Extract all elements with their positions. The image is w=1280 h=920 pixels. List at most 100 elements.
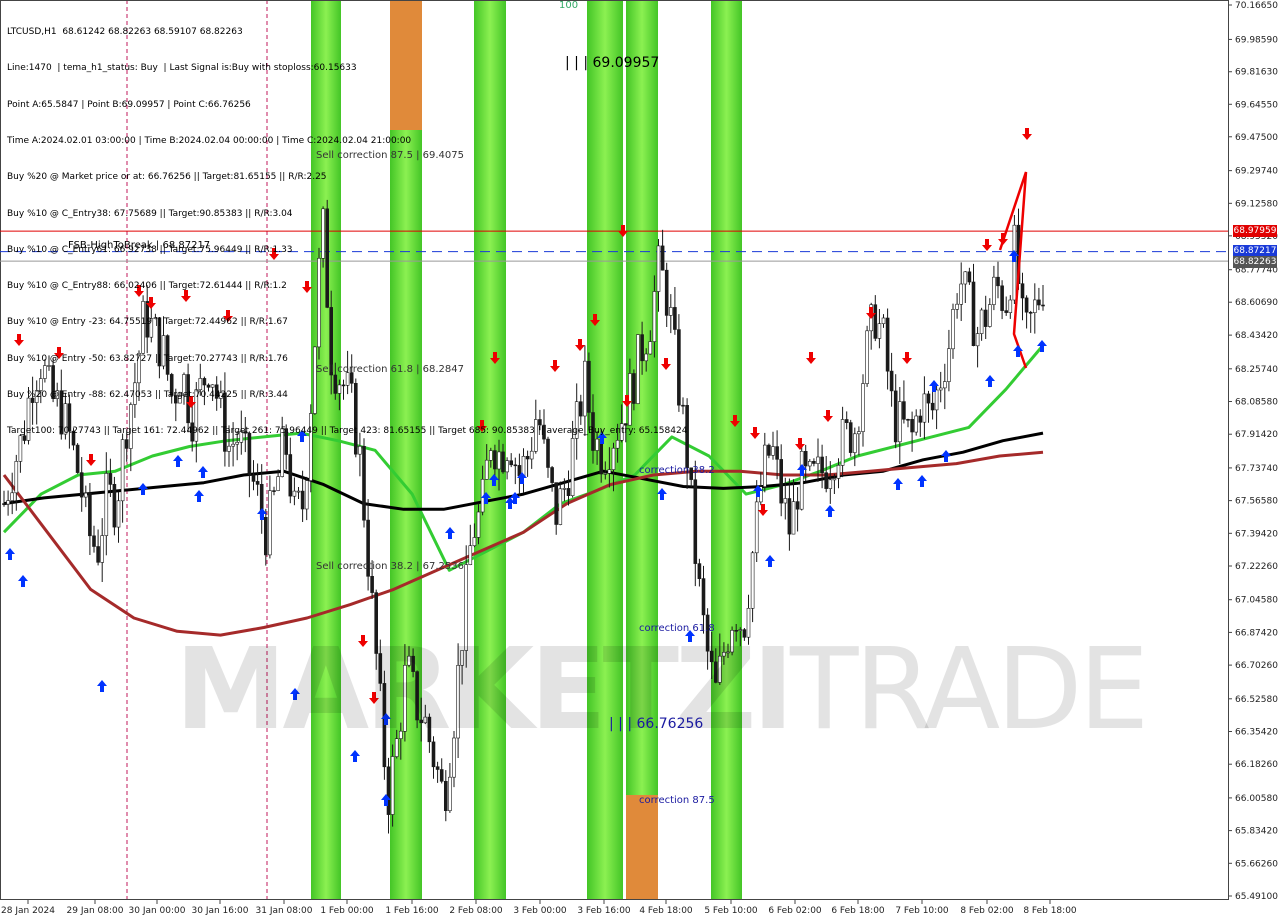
- candle-body: [996, 276, 1000, 287]
- candle-body: [881, 317, 886, 324]
- watermark: MARKETZITRADE: [175, 625, 1149, 755]
- candle-body: [910, 418, 914, 433]
- candle-body: [116, 500, 121, 528]
- candle-body: [930, 402, 935, 411]
- candle-body: [79, 472, 84, 498]
- candle-body: [386, 766, 391, 815]
- buy-arrow-6: [194, 490, 204, 502]
- time-axis[interactable]: 28 Jan 2024 29 Jan 08:00 30 Jan 00:00 30 Ja…: [1, 900, 1077, 916]
- candle-body: [439, 769, 444, 782]
- correction-382-label: correction 38.2: [639, 465, 715, 476]
- candle-body: [88, 492, 92, 537]
- info-line-times: Time A:2024.02.01 03:00:00 | Time B:2024…: [7, 136, 412, 147]
- x-tick-label: 3 Feb 16:00: [577, 906, 631, 916]
- candle-body: [100, 535, 104, 563]
- y-tick-label: 67.91420: [1235, 430, 1278, 440]
- candle-body: [501, 451, 505, 473]
- candle-body: [971, 281, 976, 347]
- buy-arrow-30: [985, 375, 995, 387]
- candle-body: [10, 492, 14, 501]
- candle-body: [263, 516, 268, 556]
- green-zone-6: [711, 0, 742, 900]
- buy-arrow-3: [138, 483, 148, 495]
- candle-body: [857, 431, 861, 435]
- candle-body: [967, 271, 972, 283]
- candle-body: [562, 488, 567, 490]
- candle-body: [296, 490, 301, 493]
- candle-body: [828, 479, 833, 489]
- candle-body: [914, 415, 919, 433]
- y-tick-label: 67.04580: [1235, 596, 1278, 606]
- y-tick-label: 66.35420: [1235, 728, 1278, 738]
- candle-body: [889, 370, 894, 392]
- candle-body: [1004, 310, 1009, 313]
- sell-correction-875-label: Sell correction 87.5 | 69.4075: [316, 150, 465, 161]
- y-tick-label: 68.25740: [1235, 365, 1278, 375]
- correction-618-label: correction 61.8: [639, 623, 715, 634]
- y-tick-label: 68.43420: [1235, 331, 1278, 341]
- candle-body: [6, 500, 10, 505]
- sell-correction-618-label: Sell correction 61.8 | 68.2847: [316, 364, 465, 375]
- sell-arrow-22: [758, 504, 768, 516]
- candle-body: [877, 323, 882, 339]
- candle-body: [983, 309, 988, 327]
- candle-body: [472, 537, 477, 546]
- candle-body: [1020, 283, 1025, 299]
- candle-body: [795, 501, 800, 510]
- x-tick-label: 31 Jan 08:00: [256, 906, 313, 916]
- sell-arrow-25: [823, 410, 833, 422]
- point-c-label: | | | 66.76256: [609, 716, 704, 732]
- candle-body: [992, 276, 996, 305]
- x-tick-label: 5 Feb 10:00: [704, 906, 758, 916]
- candle-body: [885, 317, 890, 372]
- candle-body: [493, 450, 497, 470]
- candle-body: [1000, 285, 1004, 311]
- correction-875-label: correction 87.5: [639, 795, 715, 806]
- buy-arrow-20: [657, 488, 667, 500]
- candle-body: [607, 469, 612, 474]
- candle-body: [1024, 297, 1029, 313]
- top-100-label: 100: [559, 0, 579, 11]
- candle-body: [1041, 304, 1045, 307]
- candle-body: [14, 461, 19, 494]
- candle-body: [787, 498, 792, 535]
- candle-body: [497, 451, 501, 470]
- y-tick-label: 69.12580: [1235, 199, 1278, 209]
- candle-body: [832, 478, 837, 481]
- x-tick-label: 30 Jan 00:00: [129, 906, 186, 916]
- candle-body: [955, 303, 959, 310]
- candle-body: [304, 480, 309, 510]
- x-tick-label: 7 Feb 10:00: [895, 906, 949, 916]
- candle-body: [844, 419, 849, 424]
- buy-arrow-26: [893, 478, 903, 490]
- candle-body: [513, 464, 518, 467]
- x-tick-label: 4 Feb 18:00: [639, 906, 693, 916]
- candle-body: [550, 467, 554, 483]
- x-tick-label: 28 Jan 2024: [1, 906, 55, 916]
- candle-body: [468, 545, 473, 566]
- candle-body: [92, 535, 96, 547]
- y-tick-label: 66.18260: [1235, 760, 1278, 770]
- y-tick-label: 67.22260: [1235, 562, 1278, 572]
- x-tick-label: 2 Feb 08:00: [449, 906, 503, 916]
- candle-body: [783, 498, 788, 504]
- candle-body: [697, 563, 702, 579]
- sell-arrow-27: [902, 352, 912, 364]
- y-tick-label: 66.52580: [1235, 695, 1278, 705]
- price-tag-current: 68.82263: [1233, 256, 1277, 268]
- candle-body: [435, 766, 440, 770]
- y-tick-label: 65.83420: [1235, 827, 1278, 837]
- info-line-entry38: Buy %10 @ C_Entry38: 67.75689 || Target:…: [7, 208, 293, 219]
- candle-body: [873, 304, 878, 339]
- sell-arrow-21: [750, 427, 760, 439]
- y-tick-label: 70.16650: [1235, 1, 1278, 11]
- price-axis[interactable]: 70.16650 69.98590 69.81630 69.64550 69.47500…: [1228, 1, 1278, 902]
- candle-body: [701, 578, 706, 616]
- candle-body: [488, 450, 493, 461]
- candle-body: [959, 283, 964, 305]
- buy-arrow-1: [18, 575, 28, 587]
- y-tick-label: 67.39420: [1235, 529, 1278, 539]
- candle-body: [272, 490, 276, 492]
- candle-body: [255, 481, 260, 485]
- candle-body: [1037, 299, 1041, 306]
